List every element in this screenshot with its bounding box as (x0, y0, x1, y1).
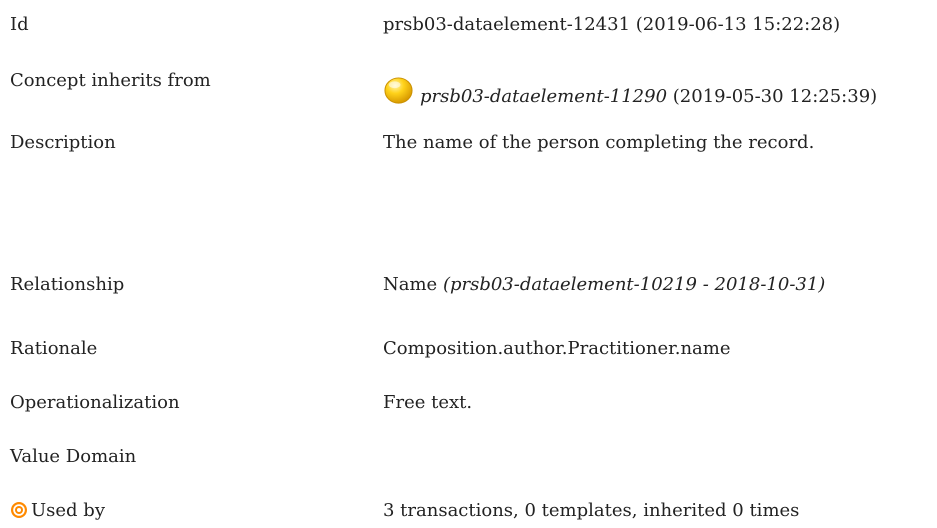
id-value: prsb03-dataelement-12431 (2019-06-13 15:… (383, 14, 841, 35)
rationale-value: Composition.author.Practitioner.name (383, 338, 731, 359)
operationalization-value: Free text. (383, 392, 473, 413)
row-operationalization: Operationalization Free text. (0, 386, 937, 420)
row-used-by: Used by 3 transactions, 0 templates, inh… (0, 494, 937, 528)
id-label: Id (10, 14, 29, 35)
relationship-value: Name (prsb03-dataelement-10219 - 2018-10… (383, 268, 825, 302)
relationship-name: Name (383, 274, 438, 295)
description-label: Description (10, 132, 116, 153)
row-id: Id prsb03-dataelement-12431 (2019-06-13 … (0, 8, 937, 42)
rationale-label: Rationale (10, 338, 98, 359)
description-value: The name of the person completing the re… (383, 132, 815, 153)
row-inherits: Concept inherits from prsb03-dataelement… (0, 70, 937, 110)
used-by-label-group: Used by (10, 494, 105, 528)
relationship-label: Relationship (10, 274, 125, 295)
value-domain-label: Value Domain (10, 446, 137, 467)
yellow-orb-icon (384, 77, 413, 104)
relationship-ref[interactable]: (prsb03-dataelement-10219 - 2018-10-31) (443, 274, 825, 295)
operationalization-label: Operationalization (10, 392, 180, 413)
row-rationale: Rationale Composition.author.Practitione… (0, 332, 937, 366)
inherits-date: (2019-05-30 12:25:39) (672, 86, 878, 107)
inherits-value: prsb03-dataelement-11290 (2019-05-30 12:… (383, 76, 877, 114)
used-by-value[interactable]: 3 transactions, 0 templates, inherited 0… (383, 494, 799, 528)
row-value-domain: Value Domain (0, 440, 937, 474)
row-description: Description The name of the person compl… (0, 126, 937, 160)
inherits-label: Concept inherits from (10, 70, 211, 91)
row-relationship: Relationship Name (prsb03-dataelement-10… (0, 268, 937, 302)
inherits-link[interactable]: prsb03-dataelement-11290 (420, 86, 667, 107)
target-icon (11, 502, 27, 518)
used-by-label: Used by (31, 500, 105, 521)
